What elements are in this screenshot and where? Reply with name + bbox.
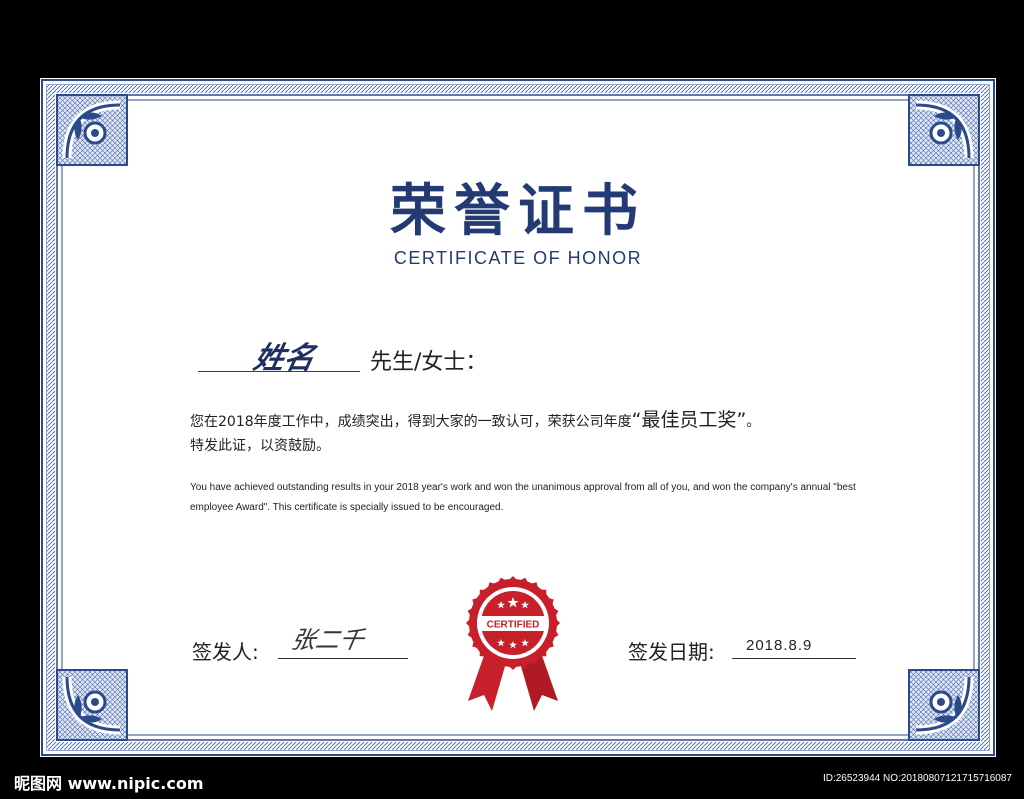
certificate-title-cn: 荣誉证书 bbox=[390, 179, 646, 244]
body-cn-prefix: 您在2018年度工作中，成绩突出，得到大家的一致认可，荣获公司年度 bbox=[190, 414, 632, 430]
corner-ornament-top-left bbox=[56, 94, 128, 166]
recipient-name-underline bbox=[198, 371, 360, 372]
corner-ornament-bottom-left bbox=[56, 669, 128, 741]
body-cn-suffix: 。 bbox=[746, 414, 761, 430]
issuer-signature-line bbox=[278, 658, 408, 659]
footer-site-logo: 昵图网 www.nipic.com bbox=[14, 774, 204, 793]
body-cn-line2: 特发此证，以资鼓励。 bbox=[190, 438, 330, 454]
issue-date-line bbox=[732, 658, 856, 659]
seal-rosette: CERTIFIED bbox=[466, 576, 560, 670]
body-text-cn: 您在2018年度工作中，成绩突出，得到大家的一致认可，荣获公司年度“最佳员工奖”… bbox=[190, 408, 890, 458]
issuer-label: 签发人: bbox=[192, 640, 259, 664]
seal-label: CERTIFIED bbox=[487, 620, 540, 631]
issuer-signature: 张二千 bbox=[289, 626, 367, 654]
corner-ornament-bottom-right bbox=[908, 669, 980, 741]
certificate-title-en: CERTIFICATE OF HONOR bbox=[393, 248, 643, 268]
corner-ornament-top-right bbox=[908, 94, 980, 166]
issue-date-value: 2018.8.9 bbox=[746, 637, 813, 654]
salutation: 先生/女士： bbox=[370, 350, 488, 375]
footer-image-id: ID:26523944 NO:20180807121715716087 bbox=[822, 773, 1012, 784]
issue-date-label: 签发日期: bbox=[628, 640, 715, 664]
body-text-en: You have achieved outstanding results in… bbox=[190, 482, 856, 513]
certificate: 荣誉证书 CERTIFICATE OF HONOR 姓名 先生/女士： 您在20… bbox=[40, 78, 996, 757]
certified-seal: CERTIFIED bbox=[466, 576, 560, 711]
award-name: “最佳员工奖” bbox=[631, 409, 747, 431]
